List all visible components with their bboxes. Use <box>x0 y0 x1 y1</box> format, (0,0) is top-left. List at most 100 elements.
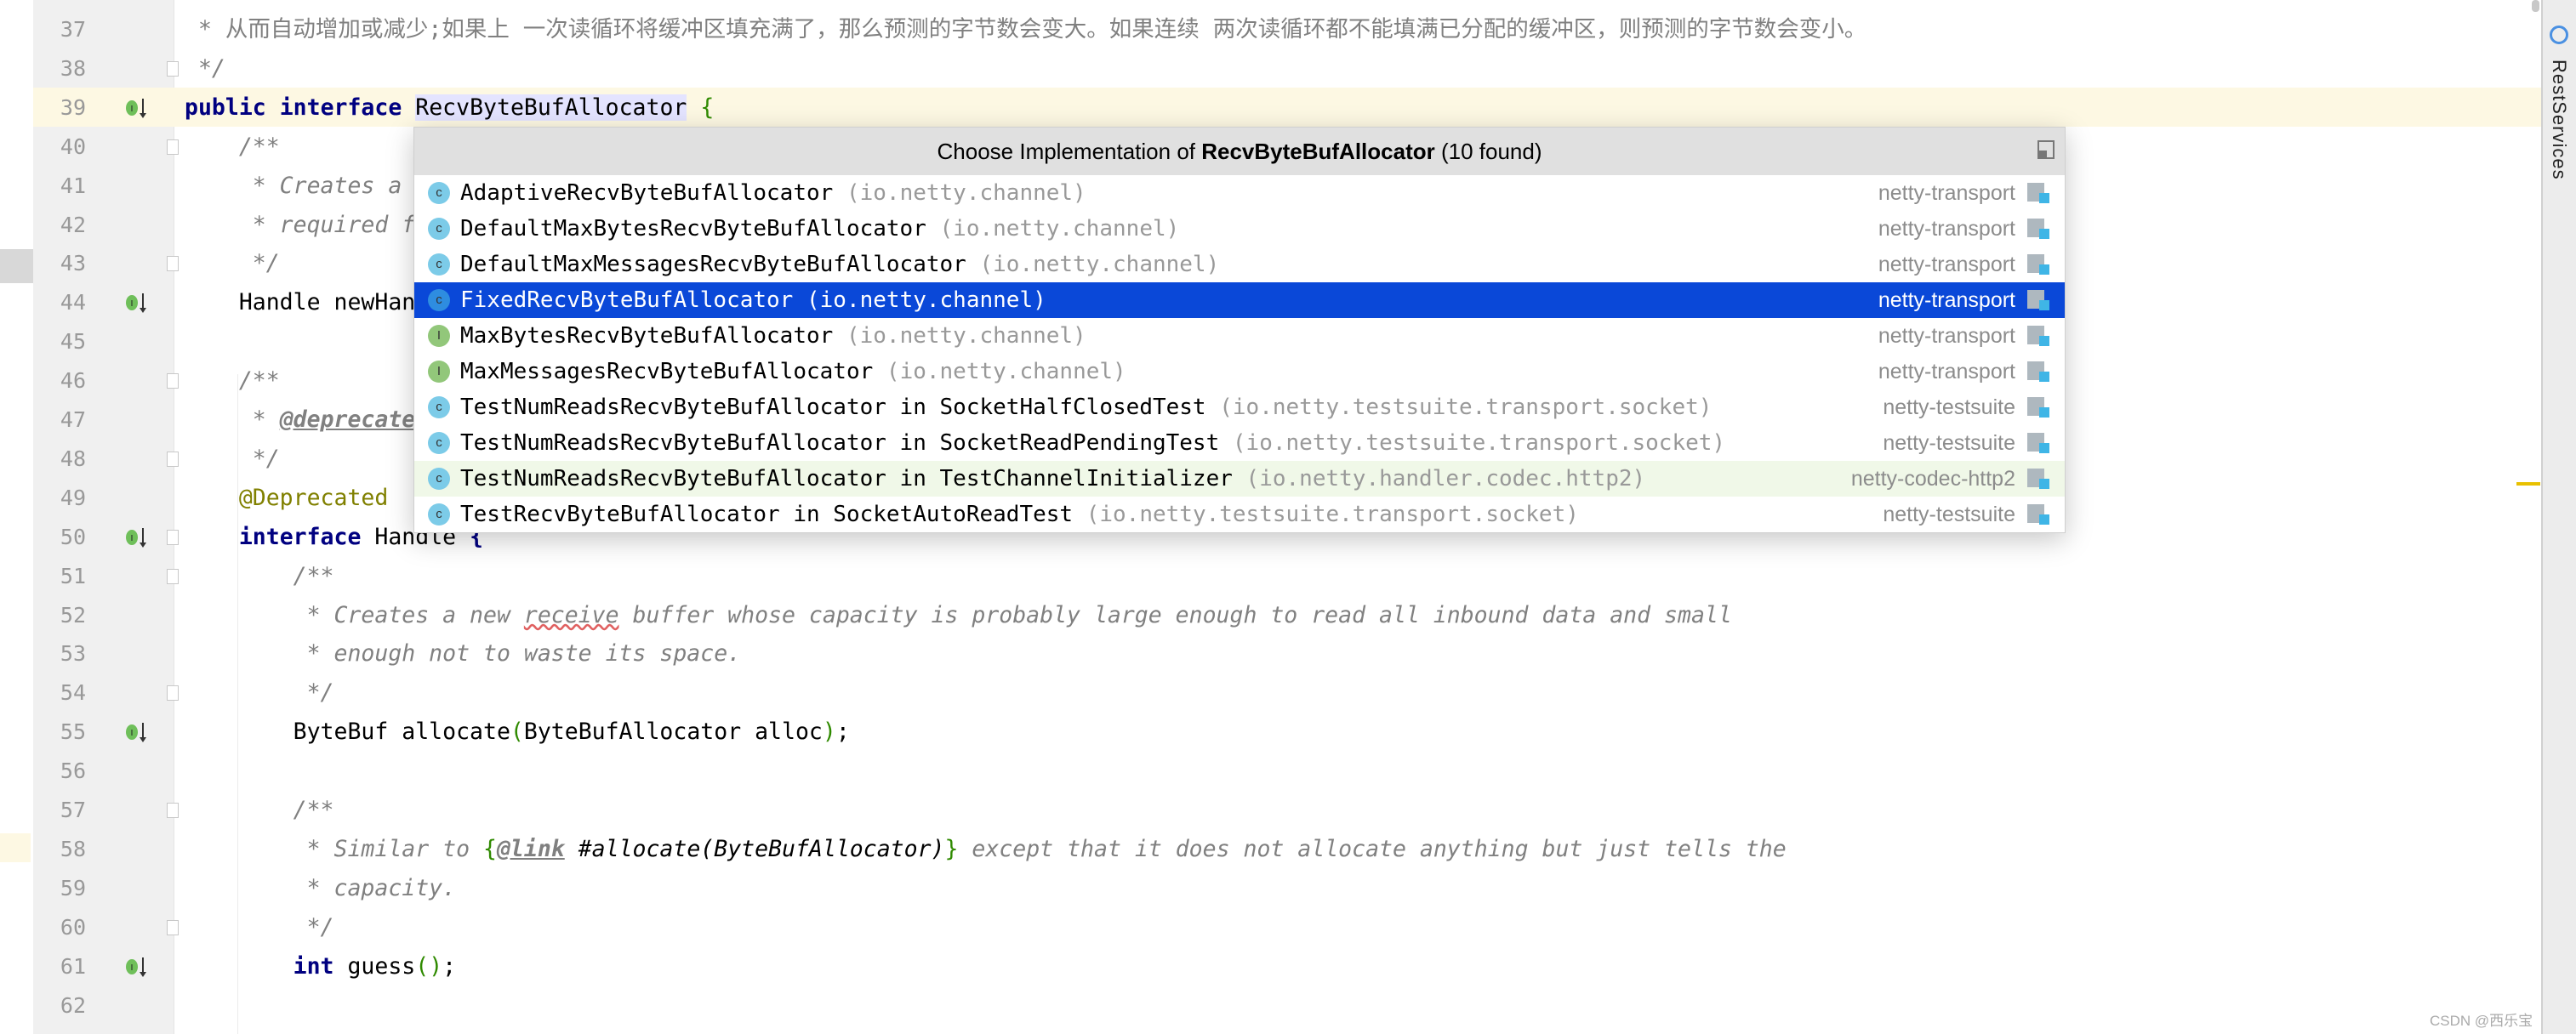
code-line[interactable]: 54 */ <box>0 673 2541 713</box>
code-text: * Creates a <box>185 167 402 206</box>
code-token: ( <box>510 719 524 746</box>
popup-title-count: (10 found) <box>1434 139 1542 164</box>
code-token: /** <box>185 562 334 589</box>
code-token: * required f <box>185 211 416 238</box>
code-token: interface <box>279 94 402 121</box>
code-token: */ <box>185 913 334 940</box>
code-text: * @deprecate <box>185 401 415 440</box>
module-name: netty-codec-http2 <box>1850 467 2015 491</box>
implementation-item[interactable]: c TestNumReadsRecvByteBufAllocator in Soc… <box>414 389 2065 425</box>
code-line[interactable]: 56 <box>0 752 2541 791</box>
code-line[interactable]: 39 Ipublic interface RecvByteBufAllocator… <box>0 88 2541 128</box>
code-token: /** <box>185 133 280 160</box>
fold-marker-icon[interactable] <box>167 256 179 272</box>
fold-marker-icon[interactable] <box>167 451 179 467</box>
line-number: 62 <box>60 992 86 1018</box>
class-name: DefaultMaxBytesRecvByteBufAllocator <box>460 216 926 241</box>
code-line[interactable]: 61 I int guess(); <box>0 947 2541 986</box>
code-line[interactable]: 57 /** <box>0 791 2541 830</box>
svg-text:I: I <box>131 299 134 309</box>
code-line[interactable]: 59 * capacity. <box>0 869 2541 908</box>
code-token: #allocate(ByteBufAllocator) <box>564 835 945 862</box>
module-name: netty-testsuite <box>1883 503 2015 526</box>
open-in-find-window-icon[interactable] <box>2037 140 2055 159</box>
rest-services-icon[interactable] <box>2550 26 2568 44</box>
code-token: @link <box>496 835 565 862</box>
vertical-scrollbar[interactable] <box>2532 0 2539 12</box>
implementation-item[interactable]: c TestNumReadsRecvByteBufAllocator in Soc… <box>414 425 2065 461</box>
code-token: } <box>944 835 959 862</box>
code-line[interactable]: 58 * Similar to {@link #allocate(ByteBuf… <box>0 830 2541 869</box>
code-line[interactable]: 53 * enough not to waste its space. <box>0 634 2541 673</box>
implementation-item[interactable]: c TestNumReadsRecvByteBufAllocator in Tes… <box>414 461 2065 497</box>
class-icon: c <box>428 289 450 311</box>
fold-marker-icon[interactable] <box>167 685 179 702</box>
implementation-item[interactable]: I MaxMessagesRecvByteBufAllocator (io.net… <box>414 354 2065 389</box>
package-name: (io.netty.handler.codec.http2) <box>1232 466 1646 491</box>
line-number: 57 <box>60 798 86 822</box>
package-name: (io.netty.channel) <box>833 180 1086 206</box>
code-token: */ <box>185 679 334 707</box>
rest-services-tab[interactable]: RestServices <box>2548 60 2570 180</box>
item-label: MaxMessagesRecvByteBufAllocator (io.nett… <box>460 354 1126 389</box>
fold-marker-icon[interactable] <box>167 919 179 935</box>
code-line[interactable]: 52 * Creates a new receive buffer whose … <box>0 596 2541 635</box>
code-token: Handle newHan <box>185 289 416 316</box>
code-text: /** <box>185 557 334 596</box>
code-line[interactable]: 62 <box>0 986 2541 1025</box>
implemented-icon[interactable]: I <box>124 525 150 550</box>
code-token: * Creates a new <box>185 601 524 628</box>
svg-text:I: I <box>131 105 134 114</box>
code-line[interactable]: 37 * 从而自动增加或减少;如果上 一次读循环将缓冲区填充满了，那么预测的字节… <box>0 10 2541 49</box>
code-token: ) <box>822 719 836 746</box>
implemented-icon[interactable]: I <box>124 95 150 121</box>
implemented-icon[interactable]: I <box>124 954 150 980</box>
line-number: 54 <box>60 680 86 706</box>
code-token: * enough not to waste its space. <box>185 640 742 668</box>
item-label: TestNumReadsRecvByteBufAllocator in Sock… <box>460 425 1725 461</box>
code-text: * 从而自动增加或减少;如果上 一次读循环将缓冲区填充满了，那么预测的字节数会变… <box>185 10 1866 49</box>
line-number: 45 <box>60 329 86 355</box>
code-line[interactable]: 60 */ <box>0 908 2541 947</box>
fold-marker-icon[interactable] <box>167 139 179 155</box>
code-token: * Creates a <box>185 172 402 199</box>
warning-stripe-marker[interactable] <box>2516 482 2540 486</box>
implementation-item[interactable]: c AdaptiveRecvByteBufAllocator (io.netty.… <box>414 175 2065 211</box>
code-token: ByteBuf allocate <box>185 719 510 746</box>
implementation-item[interactable]: c DefaultMaxBytesRecvByteBufAllocator (io… <box>414 211 2065 247</box>
implemented-icon[interactable]: I <box>124 290 150 315</box>
implemented-icon[interactable]: I <box>124 719 150 745</box>
interface-icon: I <box>428 325 450 347</box>
implementation-item[interactable]: c TestRecvByteBufAllocator in SocketAutoR… <box>414 497 2065 532</box>
module-folder-icon <box>2027 183 2051 203</box>
fold-marker-icon[interactable] <box>167 373 179 389</box>
module-name: netty-transport <box>1878 360 2015 383</box>
implementation-list: c AdaptiveRecvByteBufAllocator (io.netty.… <box>414 175 2065 532</box>
code-line[interactable]: 51 /** <box>0 557 2541 596</box>
implementation-item[interactable]: c FixedRecvByteBufAllocator (io.netty.cha… <box>414 282 2065 318</box>
implementation-item[interactable]: I MaxBytesRecvByteBufAllocator (io.netty.… <box>414 318 2065 354</box>
line-number: 43 <box>60 251 86 276</box>
item-label: DefaultMaxBytesRecvByteBufAllocator (io.… <box>460 211 1179 247</box>
code-token: int <box>293 952 334 980</box>
line-number: 51 <box>60 563 86 588</box>
fold-marker-icon[interactable] <box>167 803 179 818</box>
code-line[interactable]: 38 */ <box>0 49 2541 88</box>
inner-class-icon: c <box>428 432 450 454</box>
line-number: 53 <box>60 641 86 667</box>
module-name: netty-testsuite <box>1883 395 2015 419</box>
implementation-item[interactable]: c DefaultMaxMessagesRecvByteBufAllocator … <box>414 247 2065 282</box>
fold-marker-icon[interactable] <box>167 529 179 545</box>
fold-marker-icon[interactable] <box>167 60 179 77</box>
module-folder-icon <box>2027 433 2051 453</box>
code-line[interactable]: 55 I ByteBuf allocate(ByteBufAllocator al… <box>0 713 2541 752</box>
fold-marker-icon[interactable] <box>167 568 179 584</box>
module-folder-icon <box>2027 361 2051 382</box>
class-name: TestNumReadsRecvByteBufAllocator in Sock… <box>460 395 1206 420</box>
item-label: FixedRecvByteBufAllocator (io.netty.chan… <box>460 282 1046 318</box>
code-text: /** <box>185 361 280 401</box>
line-number: 59 <box>60 875 86 900</box>
code-text: */ <box>185 908 334 947</box>
